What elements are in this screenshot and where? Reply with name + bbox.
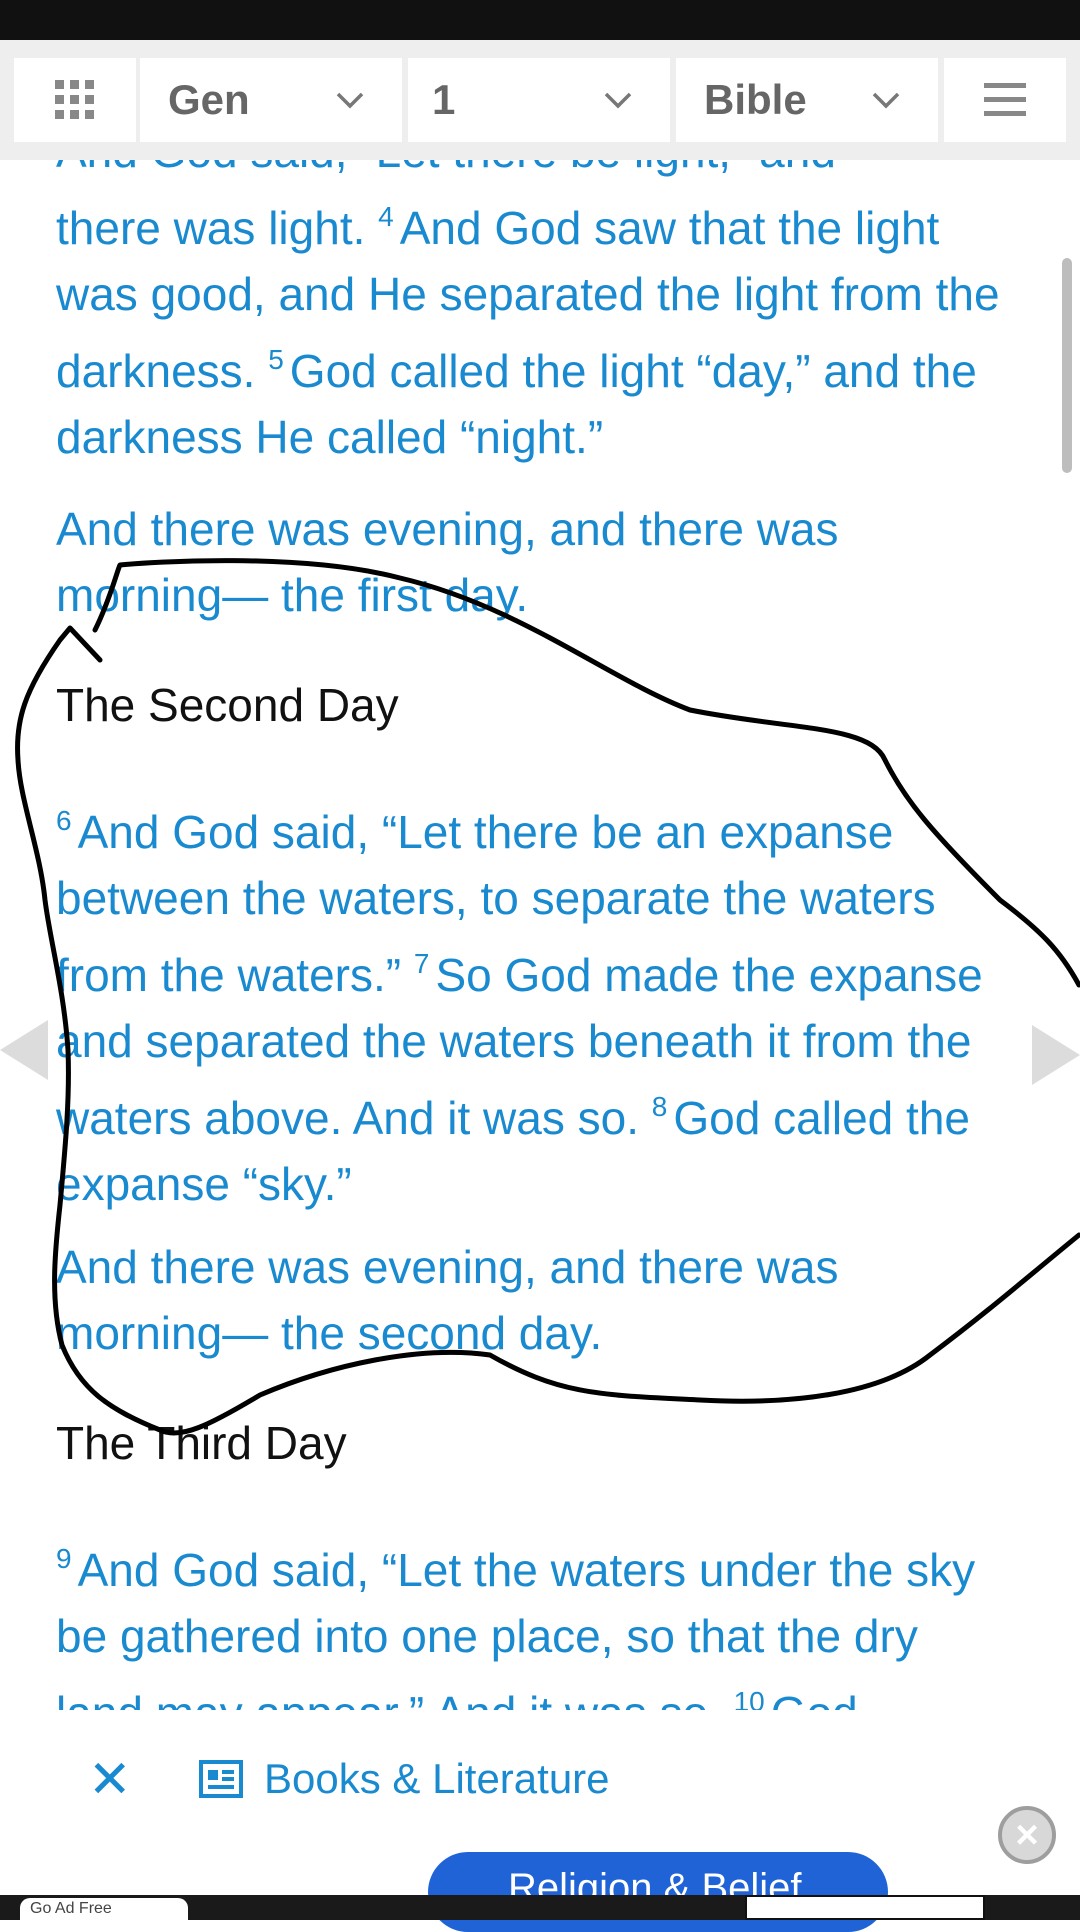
bible-toolbar: Gen 1 Bible xyxy=(0,40,1080,160)
version-select-value: Bible xyxy=(704,76,807,123)
scrollbar[interactable] xyxy=(1062,258,1072,473)
book-select[interactable]: Gen xyxy=(140,58,402,142)
topic-pill-button[interactable]: Religion & Belief xyxy=(428,1852,888,1932)
hamburger-icon xyxy=(984,83,1026,116)
book-select-value: Gen xyxy=(168,76,250,123)
document-icon xyxy=(199,1760,243,1798)
previous-chapter-arrow[interactable] xyxy=(0,1020,48,1080)
chevron-down-icon xyxy=(604,92,632,109)
version-select[interactable]: Bible xyxy=(676,58,938,142)
dismiss-ad-button[interactable]: × xyxy=(998,1806,1056,1864)
status-bar xyxy=(0,0,1080,40)
section-heading: The Second Day xyxy=(56,679,399,731)
paragraph: there was light. 4 And God saw that the l… xyxy=(56,184,1016,470)
topic-link[interactable]: Books & Literature xyxy=(198,1755,610,1803)
hamburger-menu-button[interactable] xyxy=(944,58,1066,142)
grid-menu-button[interactable] xyxy=(14,58,136,142)
chevron-down-icon xyxy=(872,92,900,109)
verse-text: God xyxy=(771,1687,858,1710)
chapter-select-value: 1 xyxy=(432,76,456,123)
paragraph: 9 And God said, “Let the waters under the… xyxy=(56,1526,1016,1710)
ad-image[interactable] xyxy=(745,1895,985,1920)
bible-text: And God said, “Let there be light,” and … xyxy=(0,160,1080,1710)
next-chapter-arrow[interactable] xyxy=(1032,1025,1080,1085)
paragraph: And there was evening, and there was mor… xyxy=(56,503,839,621)
verse-number[interactable]: 5 xyxy=(268,344,284,375)
partial-verse-line: And God said, “Let there be light,” and xyxy=(56,160,1016,184)
verse-number[interactable]: 10 xyxy=(734,1686,765,1710)
grid-icon xyxy=(55,80,94,119)
verse-number[interactable]: 7 xyxy=(414,948,430,979)
close-topic-button[interactable]: ✕ xyxy=(88,1750,132,1810)
go-ad-free-label[interactable]: Go Ad Free xyxy=(20,1898,188,1920)
verse-number[interactable]: 9 xyxy=(56,1543,72,1574)
chevron-down-icon xyxy=(336,92,364,109)
topic-label: Books & Literature xyxy=(264,1755,610,1802)
paragraph: And there was evening, and there was mor… xyxy=(56,1241,839,1359)
section-heading: The Third Day xyxy=(56,1417,347,1469)
verse-number[interactable]: 6 xyxy=(56,805,72,836)
verse-number[interactable]: 4 xyxy=(378,201,394,232)
verse-text: And God said, “Let the waters under the … xyxy=(56,1544,976,1710)
chapter-select[interactable]: 1 xyxy=(408,58,670,142)
verse-number[interactable]: 8 xyxy=(652,1091,668,1122)
close-icon: × xyxy=(1015,1812,1039,1857)
verse-text: there was light. xyxy=(56,202,366,254)
paragraph: 6 And God said, “Let there be an expanse … xyxy=(56,788,1016,1217)
